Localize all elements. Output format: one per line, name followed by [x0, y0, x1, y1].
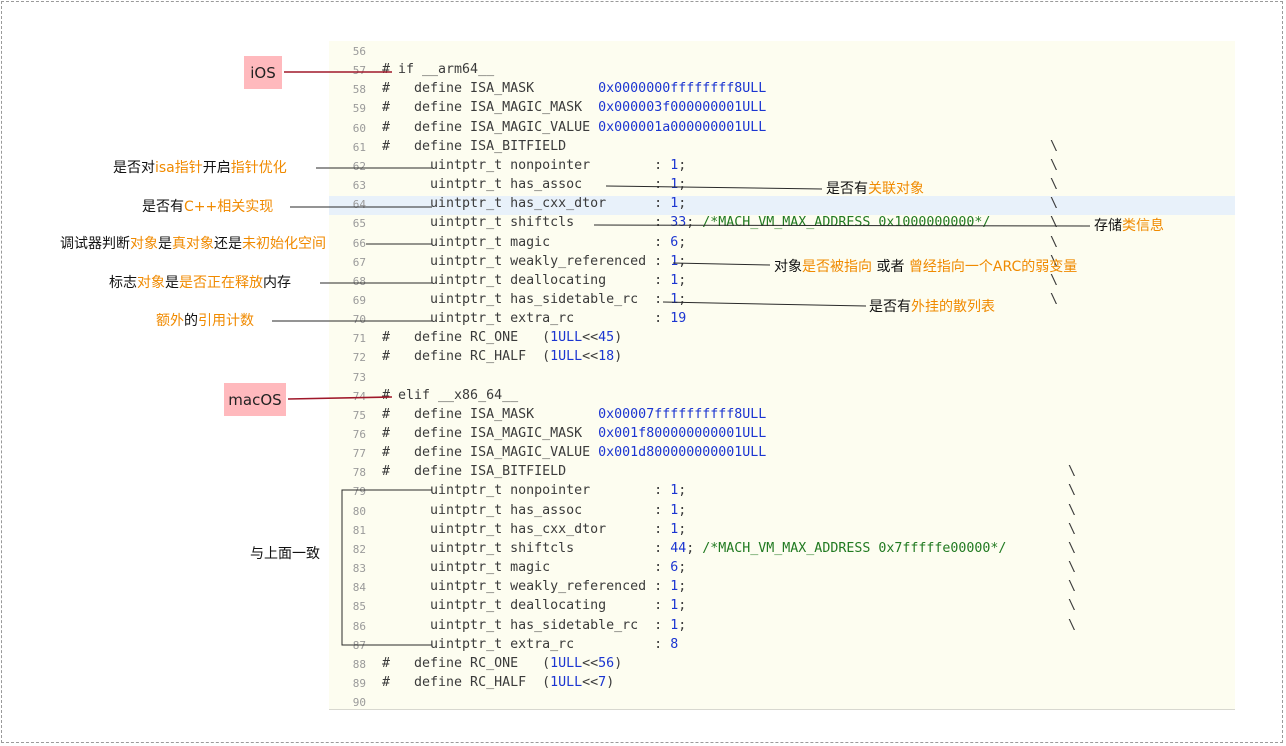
annotation-highlight: 外挂的散列表	[911, 299, 995, 315]
weakly-referenced-connector	[672, 262, 771, 266]
annotation-highlight: 类信息	[1122, 218, 1164, 234]
annotation-highlight: 关联对象	[868, 181, 924, 197]
annotation-highlight: 真对象	[172, 236, 214, 252]
macos-badge-label: macOS	[228, 390, 282, 409]
annotation-has-cxx-dtor: 是否有C++相关实现	[142, 198, 273, 216]
annotation-has-sidetable-rc: 是否有外挂的散列表	[869, 298, 995, 316]
annotation-highlight: 指针优化	[230, 160, 287, 176]
annotation-highlight: 引用计数	[198, 313, 254, 329]
annotation-text: 或者	[872, 259, 909, 275]
annotation-highlight: 未初始化空间	[242, 236, 326, 252]
annotation-extra-rc: 额外的引用计数	[156, 312, 254, 330]
annotation-shiftcls: 存储类信息	[1094, 217, 1164, 235]
has-sidetable-rc-connector	[662, 301, 867, 307]
annotation-text: 是	[165, 275, 179, 291]
macos-badge: macOS	[224, 383, 286, 416]
macos-pointer-line	[287, 396, 393, 400]
annotation-has-assoc: 是否有关联对象	[826, 180, 924, 198]
same-as-above-bracket	[341, 489, 432, 646]
annotation-text: 是否有	[826, 181, 868, 197]
annotation-text: 与上面一致	[250, 546, 320, 562]
annotation-magic: 调试器判断对象是真对象还是未初始化空间	[60, 235, 326, 253]
annotation-text: 的	[184, 313, 198, 329]
annotation-highlight: 对象	[130, 236, 158, 252]
annotation-text: 调试器判断	[60, 236, 130, 252]
connector-lines	[272, 71, 1091, 646]
ios-badge-label: iOS	[250, 63, 276, 82]
annotation-text: 是否有	[142, 199, 184, 215]
annotation-text: 开启	[202, 160, 231, 176]
annotation-text: 标志	[109, 275, 137, 291]
annotation-nonpointer: 是否对isa指针开启指针优化	[113, 159, 287, 177]
annotation-deallocating: 标志对象是是否正在释放内存	[109, 274, 291, 292]
shiftcls-connector	[593, 224, 1091, 227]
annotation-text: 存储	[1094, 218, 1122, 234]
annotation-highlight: 是否被指向	[802, 259, 872, 275]
has-assoc-connector	[605, 185, 823, 190]
annotation-text: 内存	[263, 275, 291, 291]
annotation-text: 对象	[774, 259, 802, 275]
annotation-text: 是否有	[869, 299, 911, 315]
annotation-highlight: 对象	[137, 275, 165, 291]
ios-badge: iOS	[244, 56, 282, 89]
annotation-same-as-above: 与上面一致	[250, 545, 320, 563]
annotation-highlight: C++相关实现	[184, 199, 274, 215]
annotation-highlight: 曾经指向一个ARC的弱变量	[908, 259, 1078, 275]
annotation-text: 还是	[214, 236, 242, 252]
annotation-highlight: 是否正在释放	[179, 275, 263, 291]
annotation-highlight: isa指针	[155, 160, 203, 176]
annotation-text: 是	[158, 236, 172, 252]
annotation-highlight: 额外	[156, 313, 184, 329]
annotation-text: 是否对	[113, 160, 155, 176]
annotation-weakly-referenced: 对象是否被指向 或者 曾经指向一个ARC的弱变量	[774, 258, 1077, 276]
